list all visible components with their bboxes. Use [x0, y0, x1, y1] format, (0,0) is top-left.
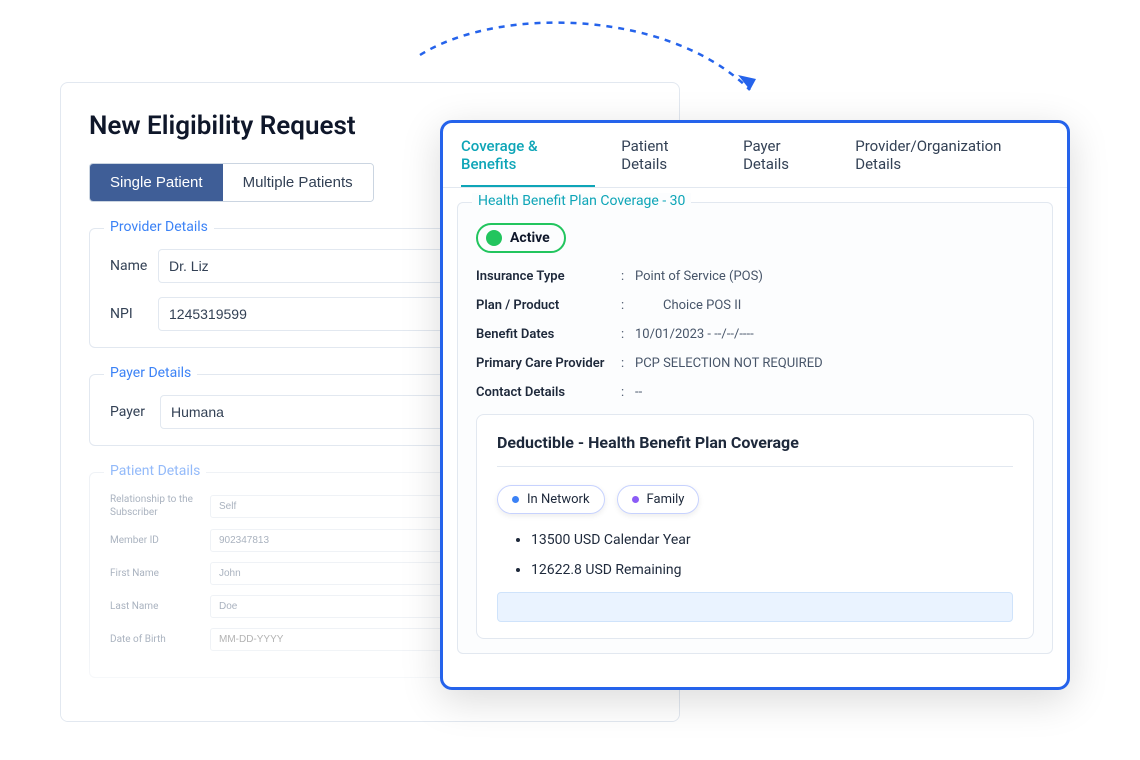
tab-multiple-patients[interactable]: Multiple Patients — [223, 164, 373, 201]
contact-details-key: Contact Details — [476, 385, 621, 400]
payer-legend: Payer Details — [104, 365, 197, 381]
deductible-chips: In Network Family — [497, 485, 1013, 514]
status-dot-icon — [486, 230, 502, 246]
status-text: Active — [510, 230, 550, 246]
provider-name-label: Name — [110, 258, 158, 274]
chip-family-label: Family — [647, 492, 685, 507]
row-insurance-type: Insurance Type : Point of Service (POS) — [476, 269, 1034, 284]
eligibility-result-panel: Coverage & Benefits Patient Details Paye… — [440, 120, 1070, 690]
tab-patient-details[interactable]: Patient Details — [621, 137, 717, 187]
insurance-type-key: Insurance Type — [476, 269, 621, 284]
tab-coverage-benefits[interactable]: Coverage & Benefits — [461, 137, 595, 187]
chip-in-network[interactable]: In Network — [497, 485, 605, 514]
list-item: 12622.8 USD Remaining — [531, 562, 1013, 578]
pcp-val: PCP SELECTION NOT REQUIRED — [635, 356, 823, 371]
pcp-key: Primary Care Provider — [476, 356, 621, 371]
payer-label: Payer — [110, 404, 160, 420]
chip-family[interactable]: Family — [617, 485, 700, 514]
row-contact-details: Contact Details : -- — [476, 385, 1034, 400]
row-benefit-dates: Benefit Dates : 10/01/2023 - --/--/---- — [476, 327, 1034, 342]
row-plan-product: Plan / Product : Choice POS II — [476, 298, 1034, 313]
coverage-legend: Health Benefit Plan Coverage - 30 — [472, 193, 691, 209]
status-badge: Active — [476, 223, 566, 253]
coverage-box: Health Benefit Plan Coverage - 30 Active… — [457, 202, 1053, 654]
patient-mode-tabs: Single Patient Multiple Patients — [89, 163, 374, 202]
highlight-bar — [497, 592, 1013, 622]
patient-legend: Patient Details — [104, 463, 206, 479]
list-item: 13500 USD Calendar Year — [531, 532, 1013, 548]
benefit-dates-key: Benefit Dates — [476, 327, 621, 342]
plan-product-val: Choice POS II — [635, 298, 741, 313]
chip-in-network-label: In Network — [527, 492, 590, 507]
provider-legend: Provider Details — [104, 219, 214, 235]
insurance-type-val: Point of Service (POS) — [635, 269, 763, 284]
first-name-label: First Name — [110, 567, 210, 580]
member-id-label: Member ID — [110, 534, 210, 547]
benefit-dates-val: 10/01/2023 - --/--/---- — [635, 327, 754, 342]
tab-provider-org-details[interactable]: Provider/Organization Details — [855, 137, 1049, 187]
deductible-bullets: 13500 USD Calendar Year 12622.8 USD Rema… — [497, 532, 1013, 578]
dob-label: Date of Birth — [110, 633, 210, 646]
relationship-label: Relationship to the Subscriber — [110, 493, 210, 519]
result-tabs: Coverage & Benefits Patient Details Paye… — [443, 123, 1067, 188]
last-name-label: Last Name — [110, 600, 210, 613]
row-pcp: Primary Care Provider : PCP SELECTION NO… — [476, 356, 1034, 371]
deductible-title: Deductible - Health Benefit Plan Coverag… — [497, 433, 1013, 467]
dot-icon — [512, 496, 519, 503]
contact-details-val: -- — [635, 385, 642, 400]
dot-icon — [632, 496, 639, 503]
deductible-card: Deductible - Health Benefit Plan Coverag… — [476, 414, 1034, 639]
tab-payer-details[interactable]: Payer Details — [743, 137, 829, 187]
provider-npi-label: NPI — [110, 306, 158, 322]
tab-single-patient[interactable]: Single Patient — [90, 164, 223, 201]
plan-product-key: Plan / Product — [476, 298, 621, 313]
